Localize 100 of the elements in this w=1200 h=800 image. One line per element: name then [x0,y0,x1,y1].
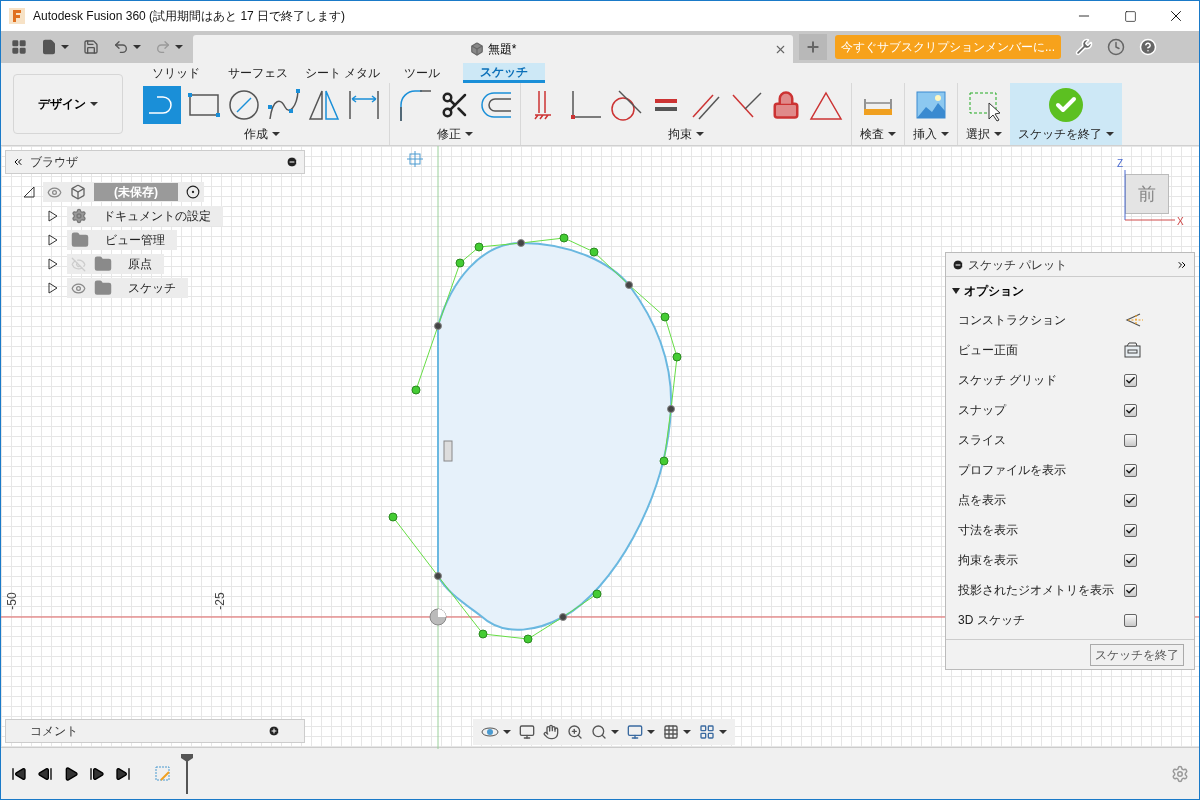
checkbox[interactable] [1124,613,1137,627]
ribbon-group-menu[interactable]: 作成 [244,127,280,141]
maximize-icon[interactable] [1123,9,1137,23]
caret-icon [941,132,949,136]
ribbon-tab[interactable]: ソリッド [135,63,217,83]
folder-icon [94,279,112,297]
z-axis-label: Z [1117,157,1124,171]
option-label: 3D スケッチ [958,612,1026,629]
browser-node[interactable]: ビュー管理 [67,230,177,250]
pan-hand-icon[interactable] [543,724,559,740]
close-tab-icon[interactable] [774,43,787,56]
file-menu-button[interactable] [41,39,69,55]
caret-icon [272,132,280,136]
undo-icon[interactable] [113,39,129,55]
tangent-constraint-icon[interactable] [609,87,643,123]
timeline-marker-icon[interactable] [181,753,193,794]
checkbox[interactable] [1124,433,1137,447]
grid-settings-icon[interactable] [663,724,691,740]
document-title: 無題* [487,41,517,58]
line-tool-icon[interactable] [143,86,181,124]
circle-tool-icon[interactable] [227,87,261,123]
new-tab-icon[interactable] [805,39,821,55]
add-comment-icon[interactable] [268,725,280,737]
step-back-icon[interactable] [37,765,53,782]
ribbon-group-menu[interactable]: スケッチを終了 [1018,127,1114,141]
cube-icon [70,184,86,200]
collapse-triangle-icon[interactable] [21,186,37,198]
browser-title: ブラウザ [30,154,78,171]
checkbox[interactable] [1124,583,1137,597]
workspace-button[interactable]: デザイン [13,74,123,134]
option-label: 拘束を表示 [958,552,1019,569]
play-icon[interactable] [63,765,79,782]
ribbon-group-menu[interactable]: 検査 [860,127,896,141]
cube-icon [469,42,484,56]
option-label: 点を表示 [958,492,1007,509]
last-step-icon[interactable] [115,765,131,782]
display-settings-icon[interactable] [627,724,655,740]
minimize-panel-icon[interactable] [286,156,298,168]
first-step-icon[interactable] [11,765,27,782]
caret-icon [647,730,655,734]
node-label: 原点 [127,256,153,273]
ribbon-group-menu[interactable]: 挿入 [913,127,949,141]
viewports-icon[interactable] [699,724,727,740]
caret-icon [61,45,69,49]
option-label: 投影されたジオメトリを表示 [958,582,1115,599]
construction-icon[interactable] [1124,312,1144,328]
zoom-icon[interactable] [567,724,583,740]
axis-triad-icon [1121,168,1177,222]
minimize-panel-icon[interactable] [952,258,964,271]
axis-label: -50 [3,592,20,610]
browser-node[interactable]: スケッチ [67,278,188,298]
ribbon-tab[interactable]: シート メタル [299,63,381,83]
folder-icon [94,255,112,273]
axis-label: -25 [211,592,228,610]
caret-icon [696,132,704,136]
caret-icon [888,132,896,136]
checkbox[interactable] [1124,493,1137,507]
eye-icon[interactable] [47,184,62,200]
browser-node[interactable]: ドキュメントの設定 [67,206,223,226]
ribbon-tab[interactable]: サーフェス [217,63,299,83]
apps-grid-button[interactable] [11,39,27,55]
finish-sketch-button[interactable]: スケッチを終了 [1090,643,1184,666]
checkbox[interactable] [1124,373,1137,387]
palette-title: スケッチ パレット [968,256,1068,274]
comments-title: コメント [30,723,78,740]
caret-icon [1106,132,1114,136]
origin-marker [429,608,447,626]
checkbox[interactable] [1124,553,1137,567]
eye-icon[interactable] [71,280,86,296]
sketch-canvas[interactable]: -50 -25 前 Z X ブラウザ (未保存) ドキュメントの設定 ビュー管理 原点 スケッチ コメント スケッチ パレット オプション コンストラクション ビュー正面 スケッチ グリッド スナップ スライス プロファイルを表示 点を表示 寸法を表示 拘束を表示 投影されたジオメトリを表示 3D スケッチ スケッチを終了 [1,146,1199,747]
gear-icon [71,208,87,224]
ribbon-group-menu[interactable]: 拘束 [668,127,704,141]
option-label: プロファイルを表示 [958,462,1067,479]
ribbon-group-menu[interactable]: 選択 [966,127,1002,141]
ribbon-tab[interactable]: スケッチ [463,63,545,83]
app-logo-icon [9,8,25,24]
option-label: 寸法を表示 [958,522,1019,539]
ribbon-group-menu[interactable]: 修正 [437,127,473,141]
checkbox[interactable] [1124,403,1137,417]
folder-icon [71,231,89,249]
zoom-window-icon[interactable] [591,724,619,740]
clock-button[interactable] [1107,38,1125,56]
caret-icon [133,45,141,49]
checkbox[interactable] [1124,463,1137,477]
caret-icon [503,730,511,734]
browser-node[interactable]: 原点 [67,254,164,274]
sketch-origin-icon [406,150,424,168]
option-label: スナップ [958,402,1008,419]
save-button[interactable] [83,39,99,55]
ribbon-tab[interactable]: ツール [381,63,463,83]
activate-radio-icon[interactable] [186,185,200,199]
fillet-tool-icon[interactable] [398,87,432,123]
wrench-button[interactable] [1075,38,1093,56]
document-tab[interactable]: 無題* [193,35,793,63]
help-button[interactable] [1139,38,1157,56]
section-toggle-icon[interactable] [952,288,960,294]
checkbox[interactable] [1124,523,1137,537]
collapse-icon[interactable] [12,156,24,168]
step-forward-icon[interactable] [89,765,105,782]
x-axis-label: X [1177,215,1184,229]
